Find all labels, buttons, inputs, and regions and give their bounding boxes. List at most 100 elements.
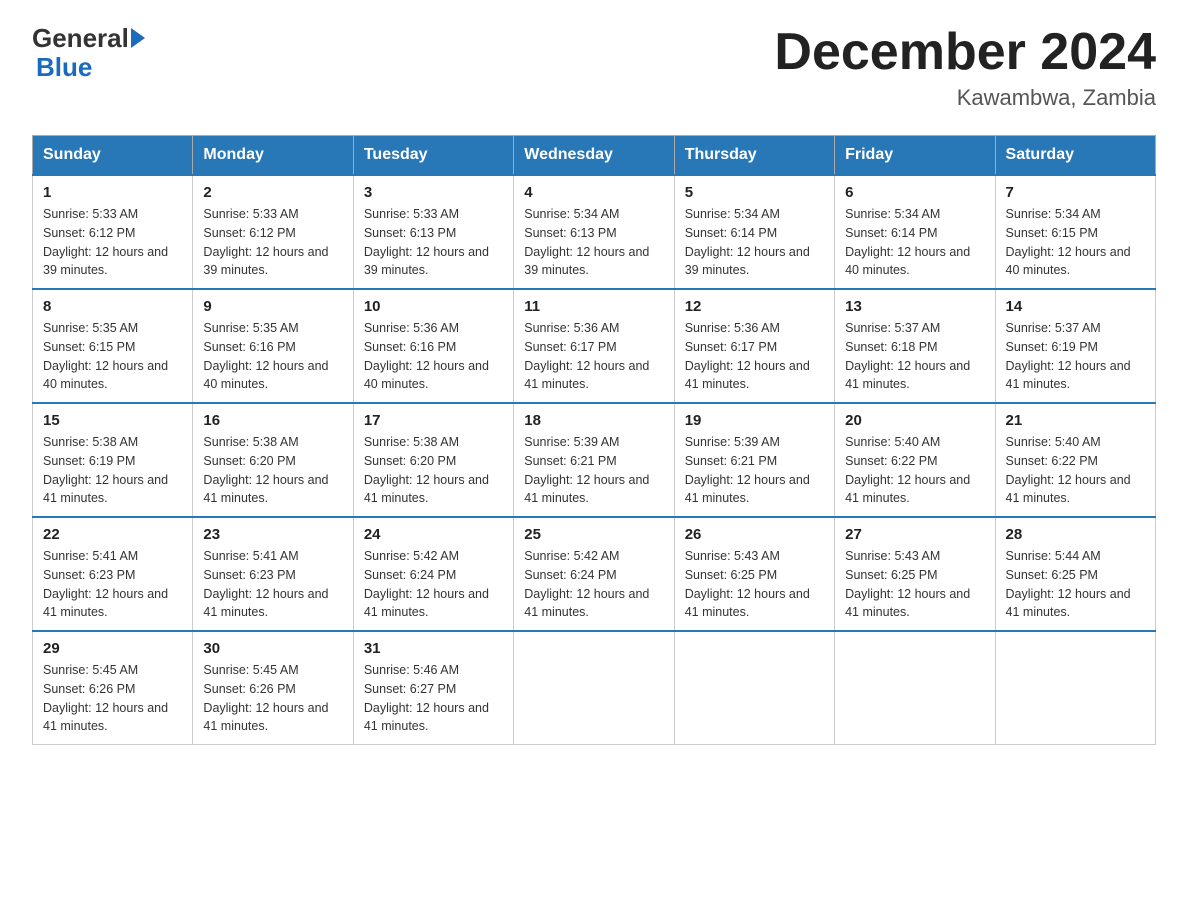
page-title: December 2024: [774, 24, 1156, 81]
day-number: 7: [1006, 184, 1145, 201]
calendar-day-cell: 14 Sunrise: 5:37 AMSunset: 6:19 PMDaylig…: [995, 289, 1155, 403]
day-info: Sunrise: 5:43 AMSunset: 6:25 PMDaylight:…: [845, 549, 970, 619]
calendar-header-row: SundayMondayTuesdayWednesdayThursdayFrid…: [33, 136, 1156, 176]
calendar-table: SundayMondayTuesdayWednesdayThursdayFrid…: [32, 135, 1156, 745]
day-info: Sunrise: 5:34 AMSunset: 6:14 PMDaylight:…: [685, 207, 810, 277]
calendar-header-thursday: Thursday: [674, 136, 834, 176]
day-info: Sunrise: 5:38 AMSunset: 6:20 PMDaylight:…: [364, 435, 489, 505]
day-number: 19: [685, 412, 824, 429]
day-number: 25: [524, 526, 663, 543]
logo-blue-text: Blue: [32, 53, 145, 82]
day-info: Sunrise: 5:34 AMSunset: 6:14 PMDaylight:…: [845, 207, 970, 277]
day-number: 3: [364, 184, 503, 201]
day-number: 23: [203, 526, 342, 543]
calendar-week-row: 1 Sunrise: 5:33 AMSunset: 6:12 PMDayligh…: [33, 175, 1156, 289]
day-number: 24: [364, 526, 503, 543]
day-number: 2: [203, 184, 342, 201]
day-number: 5: [685, 184, 824, 201]
calendar-day-cell: [995, 631, 1155, 745]
calendar-day-cell: 27 Sunrise: 5:43 AMSunset: 6:25 PMDaylig…: [835, 517, 995, 631]
logo-general-text: General: [32, 24, 129, 53]
calendar-day-cell: 13 Sunrise: 5:37 AMSunset: 6:18 PMDaylig…: [835, 289, 995, 403]
day-number: 12: [685, 298, 824, 315]
calendar-day-cell: 29 Sunrise: 5:45 AMSunset: 6:26 PMDaylig…: [33, 631, 193, 745]
day-info: Sunrise: 5:43 AMSunset: 6:25 PMDaylight:…: [685, 549, 810, 619]
day-info: Sunrise: 5:39 AMSunset: 6:21 PMDaylight:…: [524, 435, 649, 505]
calendar-week-row: 22 Sunrise: 5:41 AMSunset: 6:23 PMDaylig…: [33, 517, 1156, 631]
day-number: 17: [364, 412, 503, 429]
day-info: Sunrise: 5:41 AMSunset: 6:23 PMDaylight:…: [43, 549, 168, 619]
calendar-header-wednesday: Wednesday: [514, 136, 674, 176]
calendar-header-friday: Friday: [835, 136, 995, 176]
calendar-day-cell: 7 Sunrise: 5:34 AMSunset: 6:15 PMDayligh…: [995, 175, 1155, 289]
calendar-day-cell: 22 Sunrise: 5:41 AMSunset: 6:23 PMDaylig…: [33, 517, 193, 631]
day-number: 15: [43, 412, 182, 429]
day-number: 22: [43, 526, 182, 543]
calendar-week-row: 15 Sunrise: 5:38 AMSunset: 6:19 PMDaylig…: [33, 403, 1156, 517]
calendar-day-cell: 21 Sunrise: 5:40 AMSunset: 6:22 PMDaylig…: [995, 403, 1155, 517]
day-info: Sunrise: 5:41 AMSunset: 6:23 PMDaylight:…: [203, 549, 328, 619]
day-number: 28: [1006, 526, 1145, 543]
calendar-header-monday: Monday: [193, 136, 353, 176]
calendar-day-cell: 26 Sunrise: 5:43 AMSunset: 6:25 PMDaylig…: [674, 517, 834, 631]
calendar-day-cell: 8 Sunrise: 5:35 AMSunset: 6:15 PMDayligh…: [33, 289, 193, 403]
calendar-day-cell: 20 Sunrise: 5:40 AMSunset: 6:22 PMDaylig…: [835, 403, 995, 517]
logo-arrow-icon: [131, 28, 145, 48]
calendar-day-cell: [674, 631, 834, 745]
calendar-header-tuesday: Tuesday: [353, 136, 513, 176]
calendar-day-cell: [835, 631, 995, 745]
day-number: 26: [685, 526, 824, 543]
day-number: 16: [203, 412, 342, 429]
day-number: 29: [43, 640, 182, 657]
day-info: Sunrise: 5:38 AMSunset: 6:20 PMDaylight:…: [203, 435, 328, 505]
calendar-day-cell: 9 Sunrise: 5:35 AMSunset: 6:16 PMDayligh…: [193, 289, 353, 403]
day-number: 9: [203, 298, 342, 315]
calendar-day-cell: 1 Sunrise: 5:33 AMSunset: 6:12 PMDayligh…: [33, 175, 193, 289]
calendar-day-cell: 10 Sunrise: 5:36 AMSunset: 6:16 PMDaylig…: [353, 289, 513, 403]
day-number: 21: [1006, 412, 1145, 429]
calendar-day-cell: 18 Sunrise: 5:39 AMSunset: 6:21 PMDaylig…: [514, 403, 674, 517]
day-info: Sunrise: 5:36 AMSunset: 6:17 PMDaylight:…: [524, 321, 649, 391]
calendar-day-cell: 23 Sunrise: 5:41 AMSunset: 6:23 PMDaylig…: [193, 517, 353, 631]
calendar-header-sunday: Sunday: [33, 136, 193, 176]
day-info: Sunrise: 5:35 AMSunset: 6:15 PMDaylight:…: [43, 321, 168, 391]
day-number: 6: [845, 184, 984, 201]
day-number: 14: [1006, 298, 1145, 315]
calendar-day-cell: 15 Sunrise: 5:38 AMSunset: 6:19 PMDaylig…: [33, 403, 193, 517]
day-info: Sunrise: 5:44 AMSunset: 6:25 PMDaylight:…: [1006, 549, 1131, 619]
day-number: 20: [845, 412, 984, 429]
day-number: 11: [524, 298, 663, 315]
calendar-day-cell: 6 Sunrise: 5:34 AMSunset: 6:14 PMDayligh…: [835, 175, 995, 289]
day-info: Sunrise: 5:36 AMSunset: 6:17 PMDaylight:…: [685, 321, 810, 391]
calendar-day-cell: [514, 631, 674, 745]
calendar-day-cell: 16 Sunrise: 5:38 AMSunset: 6:20 PMDaylig…: [193, 403, 353, 517]
day-number: 10: [364, 298, 503, 315]
calendar-day-cell: 2 Sunrise: 5:33 AMSunset: 6:12 PMDayligh…: [193, 175, 353, 289]
day-number: 27: [845, 526, 984, 543]
day-info: Sunrise: 5:37 AMSunset: 6:18 PMDaylight:…: [845, 321, 970, 391]
calendar-day-cell: 17 Sunrise: 5:38 AMSunset: 6:20 PMDaylig…: [353, 403, 513, 517]
day-info: Sunrise: 5:33 AMSunset: 6:12 PMDaylight:…: [43, 207, 168, 277]
day-info: Sunrise: 5:39 AMSunset: 6:21 PMDaylight:…: [685, 435, 810, 505]
day-info: Sunrise: 5:38 AMSunset: 6:19 PMDaylight:…: [43, 435, 168, 505]
day-info: Sunrise: 5:33 AMSunset: 6:12 PMDaylight:…: [203, 207, 328, 277]
day-number: 18: [524, 412, 663, 429]
day-info: Sunrise: 5:37 AMSunset: 6:19 PMDaylight:…: [1006, 321, 1131, 391]
day-info: Sunrise: 5:34 AMSunset: 6:15 PMDaylight:…: [1006, 207, 1131, 277]
day-info: Sunrise: 5:45 AMSunset: 6:26 PMDaylight:…: [43, 663, 168, 733]
calendar-day-cell: 31 Sunrise: 5:46 AMSunset: 6:27 PMDaylig…: [353, 631, 513, 745]
calendar-day-cell: 30 Sunrise: 5:45 AMSunset: 6:26 PMDaylig…: [193, 631, 353, 745]
calendar-day-cell: 28 Sunrise: 5:44 AMSunset: 6:25 PMDaylig…: [995, 517, 1155, 631]
day-info: Sunrise: 5:40 AMSunset: 6:22 PMDaylight:…: [845, 435, 970, 505]
calendar-day-cell: 12 Sunrise: 5:36 AMSunset: 6:17 PMDaylig…: [674, 289, 834, 403]
calendar-day-cell: 25 Sunrise: 5:42 AMSunset: 6:24 PMDaylig…: [514, 517, 674, 631]
title-block: December 2024 Kawambwa, Zambia: [774, 24, 1156, 111]
day-info: Sunrise: 5:45 AMSunset: 6:26 PMDaylight:…: [203, 663, 328, 733]
day-info: Sunrise: 5:34 AMSunset: 6:13 PMDaylight:…: [524, 207, 649, 277]
calendar-day-cell: 5 Sunrise: 5:34 AMSunset: 6:14 PMDayligh…: [674, 175, 834, 289]
day-info: Sunrise: 5:35 AMSunset: 6:16 PMDaylight:…: [203, 321, 328, 391]
day-number: 13: [845, 298, 984, 315]
calendar-day-cell: 19 Sunrise: 5:39 AMSunset: 6:21 PMDaylig…: [674, 403, 834, 517]
calendar-day-cell: 4 Sunrise: 5:34 AMSunset: 6:13 PMDayligh…: [514, 175, 674, 289]
day-number: 30: [203, 640, 342, 657]
